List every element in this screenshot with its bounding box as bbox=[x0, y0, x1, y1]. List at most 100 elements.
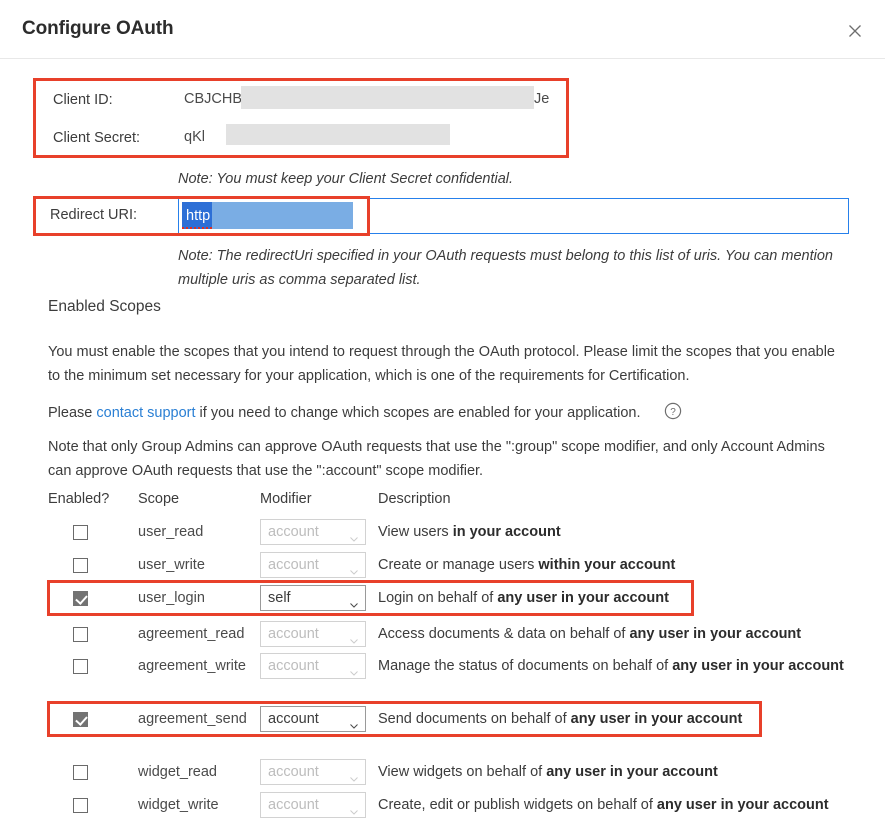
enabled-checkbox[interactable] bbox=[73, 525, 88, 540]
column-header-modifier: Modifier bbox=[260, 491, 312, 507]
modifier-cell: account bbox=[260, 621, 366, 647]
redirect-uri-note: Note: The redirectUri specified in your … bbox=[178, 248, 833, 288]
scopes-paragraph-2: Please contact support if you need to ch… bbox=[48, 401, 848, 425]
column-header-enabled: Enabled? bbox=[48, 491, 110, 507]
scope-name: user_write bbox=[138, 557, 205, 573]
paragraph-2-suffix: if you need to change which scopes are e… bbox=[195, 405, 641, 421]
scope-name: user_login bbox=[138, 590, 205, 606]
scope-name: agreement_send bbox=[138, 711, 247, 727]
page-title: Configure OAuth bbox=[22, 18, 174, 39]
modifier-select: account bbox=[260, 653, 366, 679]
modifier-select: account bbox=[260, 792, 366, 818]
client-secret-redaction bbox=[226, 124, 450, 145]
scope-name: agreement_read bbox=[138, 626, 245, 642]
modifier-select-value: account bbox=[268, 524, 319, 540]
client-id-label: Client ID: bbox=[53, 92, 113, 108]
modifier-select[interactable]: self bbox=[260, 585, 366, 611]
chevron-down-icon bbox=[350, 562, 358, 575]
client-id-redaction bbox=[241, 86, 534, 109]
client-id-value-suffix: Je bbox=[534, 91, 550, 107]
enabled-checkbox-cell bbox=[73, 627, 88, 642]
scope-description: View widgets on behalf of any user in yo… bbox=[378, 764, 718, 780]
scope-name: widget_read bbox=[138, 764, 217, 780]
table-row: user_read account View users in your accou… bbox=[48, 518, 878, 551]
enabled-checkbox[interactable] bbox=[73, 659, 88, 674]
modifier-cell: account bbox=[260, 653, 366, 679]
modifier-select[interactable]: account bbox=[260, 706, 366, 732]
modifier-cell: account bbox=[260, 552, 366, 578]
table-row: user_write account Create or manage users … bbox=[48, 551, 878, 584]
enabled-checkbox[interactable] bbox=[73, 712, 88, 727]
client-secret-row: Client Secret: qKl bbox=[36, 119, 566, 157]
enabled-checkbox-cell bbox=[73, 525, 88, 540]
chevron-down-icon bbox=[350, 595, 358, 608]
chevron-down-icon bbox=[350, 529, 358, 542]
scopes-paragraph-1: You must enable the scopes that you inte… bbox=[48, 344, 836, 384]
enabled-checkbox-cell bbox=[73, 765, 88, 780]
client-secret-note: Note: You must keep your Client Secret c… bbox=[178, 171, 514, 187]
enabled-checkbox[interactable] bbox=[73, 591, 88, 606]
paragraph-2-prefix: Please bbox=[48, 405, 97, 421]
scope-name: widget_write bbox=[138, 797, 219, 813]
column-header-description: Description bbox=[378, 491, 451, 507]
chevron-down-icon bbox=[350, 769, 358, 782]
modifier-select: account bbox=[260, 759, 366, 785]
chevron-down-icon bbox=[350, 663, 358, 676]
modifier-select: account bbox=[260, 621, 366, 647]
modifier-select-value: account bbox=[268, 658, 319, 674]
scope-description: View users in your account bbox=[378, 524, 561, 540]
column-header-scope: Scope bbox=[138, 491, 180, 507]
enabled-checkbox-cell bbox=[73, 659, 88, 674]
enabled-checkbox-cell bbox=[73, 591, 88, 606]
scopes-table-header: Enabled? Scope Modifier Description bbox=[48, 491, 878, 517]
scopes-table: Enabled? Scope Modifier Description user… bbox=[47, 491, 878, 818]
modifier-cell: account bbox=[260, 759, 366, 785]
modifier-select: account bbox=[260, 519, 366, 545]
redirect-uri-row: Redirect URI: http bbox=[33, 198, 849, 234]
enabled-checkbox[interactable] bbox=[73, 558, 88, 573]
enabled-checkbox-cell bbox=[73, 558, 88, 573]
client-secret-value-prefix: qKl bbox=[184, 129, 205, 145]
chevron-down-icon bbox=[350, 631, 358, 644]
redirect-uri-label: Redirect URI: bbox=[50, 207, 138, 223]
modifier-select-value: account bbox=[268, 626, 319, 642]
redirect-uri-selection: http bbox=[182, 202, 353, 229]
enabled-checkbox[interactable] bbox=[73, 798, 88, 813]
dialog-header: Configure OAuth bbox=[0, 0, 885, 59]
redirect-uri-value: http bbox=[182, 202, 213, 229]
modifier-select: account bbox=[260, 552, 366, 578]
modifier-select-value: account bbox=[268, 711, 319, 727]
table-row: user_login self Login on behalf of any use… bbox=[48, 584, 878, 620]
scope-description: Create, edit or publish widgets on behal… bbox=[378, 797, 829, 813]
table-row: agreement_read account Access documents & … bbox=[48, 620, 878, 652]
enabled-checkbox[interactable] bbox=[73, 765, 88, 780]
scope-description: Send documents on behalf of any user in … bbox=[378, 711, 743, 727]
enabled-checkbox[interactable] bbox=[73, 627, 88, 642]
svg-text:?: ? bbox=[670, 407, 676, 418]
modifier-select-value: self bbox=[268, 590, 291, 606]
redirect-uri-input[interactable]: http bbox=[178, 198, 849, 234]
table-row: widget_read account View widgets on behalf… bbox=[48, 758, 878, 791]
enabled-checkbox-cell bbox=[73, 712, 88, 727]
help-circle-icon[interactable]: ? bbox=[664, 402, 682, 420]
table-row: widget_write account Create, edit or publi… bbox=[48, 791, 878, 824]
credentials-annotation-box: Client ID: CBJCHBCA Je Client Secret: qK… bbox=[33, 78, 569, 158]
modifier-cell: self bbox=[260, 585, 366, 611]
scope-description: Create or manage users within your accou… bbox=[378, 557, 676, 573]
scope-description: Access documents & data on behalf of any… bbox=[378, 626, 802, 642]
modifier-cell: account bbox=[260, 706, 366, 732]
scope-description: Login on behalf of any user in your acco… bbox=[378, 590, 669, 606]
chevron-down-icon bbox=[350, 716, 358, 729]
modifier-select-value: account bbox=[268, 764, 319, 780]
modifier-select-value: account bbox=[268, 557, 319, 573]
contact-support-link[interactable]: contact support bbox=[96, 405, 195, 421]
modifier-cell: account bbox=[260, 519, 366, 545]
enabled-scopes-heading: Enabled Scopes bbox=[48, 298, 161, 315]
table-row: agreement_send account Send documents on b… bbox=[48, 705, 878, 758]
scope-name: agreement_write bbox=[138, 658, 246, 674]
client-secret-label: Client Secret: bbox=[53, 130, 141, 146]
close-icon[interactable] bbox=[845, 21, 865, 41]
modifier-select-value: account bbox=[268, 797, 319, 813]
scopes-paragraph-3: Note that only Group Admins can approve … bbox=[48, 439, 825, 479]
modifier-cell: account bbox=[260, 792, 366, 818]
